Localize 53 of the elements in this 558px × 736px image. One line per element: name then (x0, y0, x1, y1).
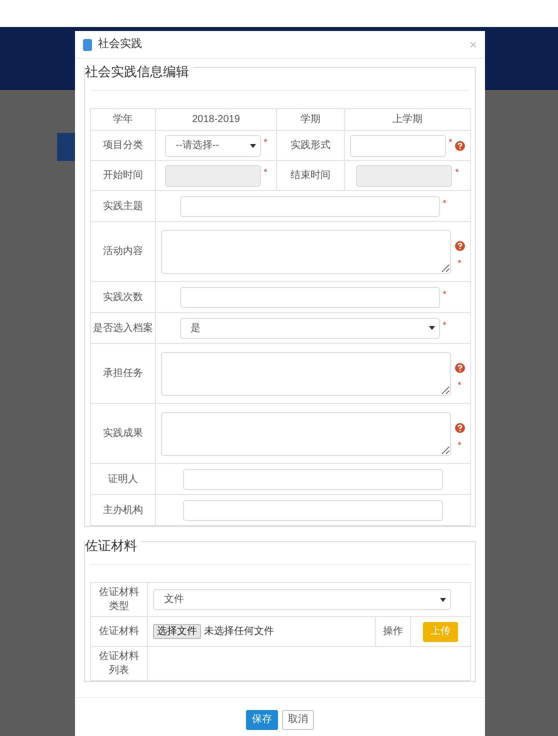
document-icon (83, 38, 92, 50)
field-label: 实践形式 (276, 130, 344, 160)
field-label: 活动内容 (90, 222, 156, 282)
field-label: 学年 (90, 108, 156, 130)
help-icon[interactable] (454, 423, 464, 433)
select-dropdown[interactable]: 文件 (153, 589, 451, 610)
field-label: 佐证材料列表 (90, 646, 148, 680)
required-mark: * (264, 138, 268, 146)
dialog-title: 社会实践 (98, 36, 142, 52)
field-value: 上学期 (344, 108, 470, 130)
required-mark: * (458, 441, 462, 450)
required-mark: * (458, 381, 462, 390)
help-icon[interactable] (454, 363, 464, 373)
select-dropdown[interactable]: 是 (180, 318, 440, 338)
required-mark: * (442, 198, 446, 208)
input-field[interactable] (350, 134, 446, 156)
caret-icon (428, 326, 435, 330)
choose-file-button[interactable]: 选择文件 (153, 624, 201, 639)
field-label: 证明人 (90, 464, 156, 494)
field-label: 佐证材料 (90, 616, 148, 646)
section-legend: 社会实践信息编辑 (85, 64, 189, 79)
input-field[interactable] (180, 286, 440, 308)
required-mark: * (442, 290, 446, 298)
select-dropdown[interactable]: --请选择-- (164, 134, 261, 156)
field-label: 结束时间 (276, 160, 344, 190)
input-field[interactable] (183, 500, 443, 520)
field-label: 学期 (276, 108, 344, 130)
field-label: 佐证材料类型 (90, 582, 148, 616)
required-mark: * (458, 259, 462, 268)
field-label: 主办机构 (90, 494, 156, 526)
help-icon[interactable] (454, 241, 464, 251)
required-mark: * (264, 168, 268, 176)
input-field[interactable] (183, 468, 443, 490)
field-label: 项目分类 (90, 130, 156, 160)
field-label: 实践主题 (90, 190, 156, 222)
field-value: 2018-2019 (156, 108, 276, 130)
help-icon[interactable] (455, 140, 466, 150)
field-label: 是否选入档案 (90, 312, 156, 344)
required-mark: * (455, 168, 459, 176)
caret-icon (440, 598, 446, 602)
section-legend: 佐证材料 (85, 538, 137, 553)
required-mark: * (442, 320, 446, 330)
field-label: 开始时间 (90, 160, 156, 190)
input-field[interactable] (180, 196, 440, 216)
cancel-button[interactable]: 取消 (282, 710, 314, 730)
field-label: 操作 (376, 616, 410, 646)
field-label: 实践成果 (90, 404, 156, 464)
caret-icon (250, 144, 256, 148)
field-label: 承担任务 (90, 344, 156, 404)
required-mark: * (448, 138, 452, 146)
file-status: 未选择任何文件 (204, 624, 274, 639)
field-label: 实践次数 (90, 282, 156, 312)
save-button[interactable]: 保存 (246, 710, 278, 730)
